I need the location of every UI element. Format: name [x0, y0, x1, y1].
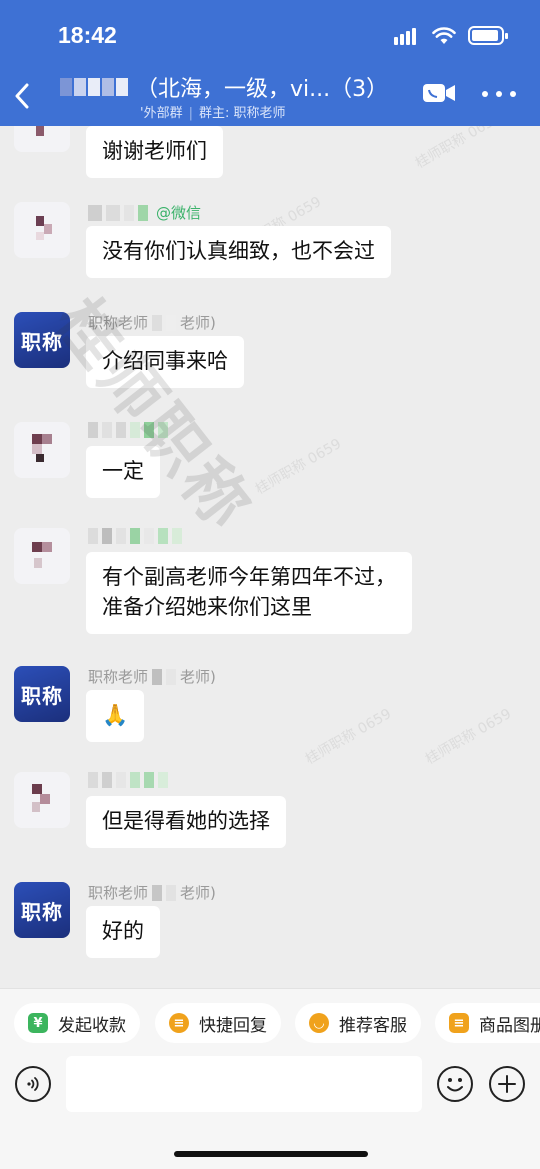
message-bubble[interactable]: 有个副高老师今年第四年不过， 准备介绍她来你们这里: [86, 552, 412, 634]
video-call-icon: [423, 84, 455, 102]
message-bubble[interactable]: 🙏: [86, 690, 145, 742]
pray-emoji-icon: 🙏: [102, 703, 129, 727]
avatar-brand[interactable]: 职称: [14, 312, 70, 368]
avatar-brand[interactable]: 职称: [14, 882, 70, 938]
watermark-small: 桂师职称 0659: [412, 126, 505, 172]
title-mosaic: [60, 78, 128, 96]
sender-name: [88, 422, 168, 438]
avatar-brand[interactable]: 职称: [14, 666, 70, 722]
video-call-button[interactable]: [422, 82, 456, 108]
product-catalog-icon: ≡: [449, 1013, 469, 1033]
sender-name: @微信: [88, 202, 201, 223]
chat-subtitle: '外部群 | 群主: 职称老师: [140, 106, 286, 121]
sender-name: 职称老师 老师): [88, 884, 216, 902]
chat-header: （北海，一级，vi...（3） '外部群 | 群主: 职称老师: [0, 72, 540, 126]
message-bubble[interactable]: 好的: [86, 906, 160, 958]
watermark-small: 桂师职称 0659: [422, 705, 515, 768]
chat-area[interactable]: 桂师职称 0659 桂师职称 0659 桂师职称 0659 桂师职称 0659 …: [0, 126, 540, 988]
add-button[interactable]: [489, 1066, 525, 1102]
message-bubble[interactable]: 谢谢老师们: [86, 126, 223, 178]
quick-action-recommend-service[interactable]: ◡ 推荐客服: [295, 1003, 421, 1043]
avatar[interactable]: [14, 528, 70, 584]
external-group-label: '外部群: [140, 106, 183, 121]
home-indicator: [174, 1151, 368, 1157]
avatar[interactable]: [14, 422, 70, 478]
avatar[interactable]: [14, 126, 70, 152]
message-line: 有个副高老师今年第四年不过，: [102, 565, 396, 589]
quick-action-product-catalog[interactable]: ≡ 商品图册: [435, 1003, 540, 1043]
more-button[interactable]: [482, 82, 516, 106]
input-bar: [0, 1056, 540, 1169]
more-icon: [482, 91, 488, 97]
chip-label: 商品图册: [479, 1015, 540, 1036]
status-icons: [394, 26, 508, 45]
message-bubble[interactable]: 没有你们认真细致，也不会过: [86, 226, 391, 278]
sender-name: 职称老师 老师): [88, 314, 216, 332]
back-icon: [15, 83, 29, 109]
status-bar: 18:42: [0, 0, 540, 72]
message-input[interactable]: [66, 1056, 422, 1112]
sender-name: 职称老师 老师): [88, 668, 216, 686]
voice-button[interactable]: [15, 1066, 51, 1102]
quick-action-collect-payment[interactable]: ¥ 发起收款: [14, 1003, 140, 1043]
chat-title[interactable]: （北海，一级，vi...（3）: [60, 72, 410, 102]
avatar[interactable]: [14, 772, 70, 828]
status-time: 18:42: [58, 22, 117, 48]
message-bubble[interactable]: 但是得看她的选择: [86, 796, 286, 848]
message-bubble[interactable]: 介绍同事来哈: [86, 336, 244, 388]
chip-label: 快捷回复: [199, 1015, 267, 1036]
message-line: 准备介绍她来你们这里: [102, 594, 312, 619]
watermark-small: 桂师职称 0659: [302, 705, 395, 768]
chip-label: 推荐客服: [339, 1015, 407, 1036]
emoji-button[interactable]: [437, 1066, 473, 1102]
payment-icon: ¥: [28, 1013, 48, 1033]
back-button[interactable]: [8, 78, 36, 114]
wechat-tag: @微信: [156, 204, 202, 222]
add-icon: [498, 1075, 516, 1093]
chat-title-text: （北海，一级，vi...（3）: [136, 77, 389, 102]
recommend-service-icon: ◡: [309, 1013, 329, 1033]
wifi-icon: [432, 26, 456, 44]
sender-name: [88, 528, 182, 544]
message-bubble[interactable]: 一定: [86, 446, 160, 498]
quick-action-quick-reply[interactable]: ≡ 快捷回复: [155, 1003, 281, 1043]
signal-icon: [394, 27, 420, 45]
battery-icon: [468, 26, 508, 45]
watermark-small: 桂师职称 0659: [252, 435, 345, 498]
quick-actions-bar: ¥ 发起收款 ≡ 快捷回复 ◡ 推荐客服 ≡ 商品图册: [0, 988, 540, 1056]
voice-icon: [27, 1077, 39, 1091]
emoji-icon: [447, 1078, 463, 1092]
group-owner-label: 群主: 职称老师: [198, 106, 286, 121]
sender-name: [88, 772, 168, 788]
avatar[interactable]: [14, 202, 70, 258]
quick-reply-icon: ≡: [169, 1013, 189, 1033]
chip-label: 发起收款: [58, 1015, 126, 1036]
